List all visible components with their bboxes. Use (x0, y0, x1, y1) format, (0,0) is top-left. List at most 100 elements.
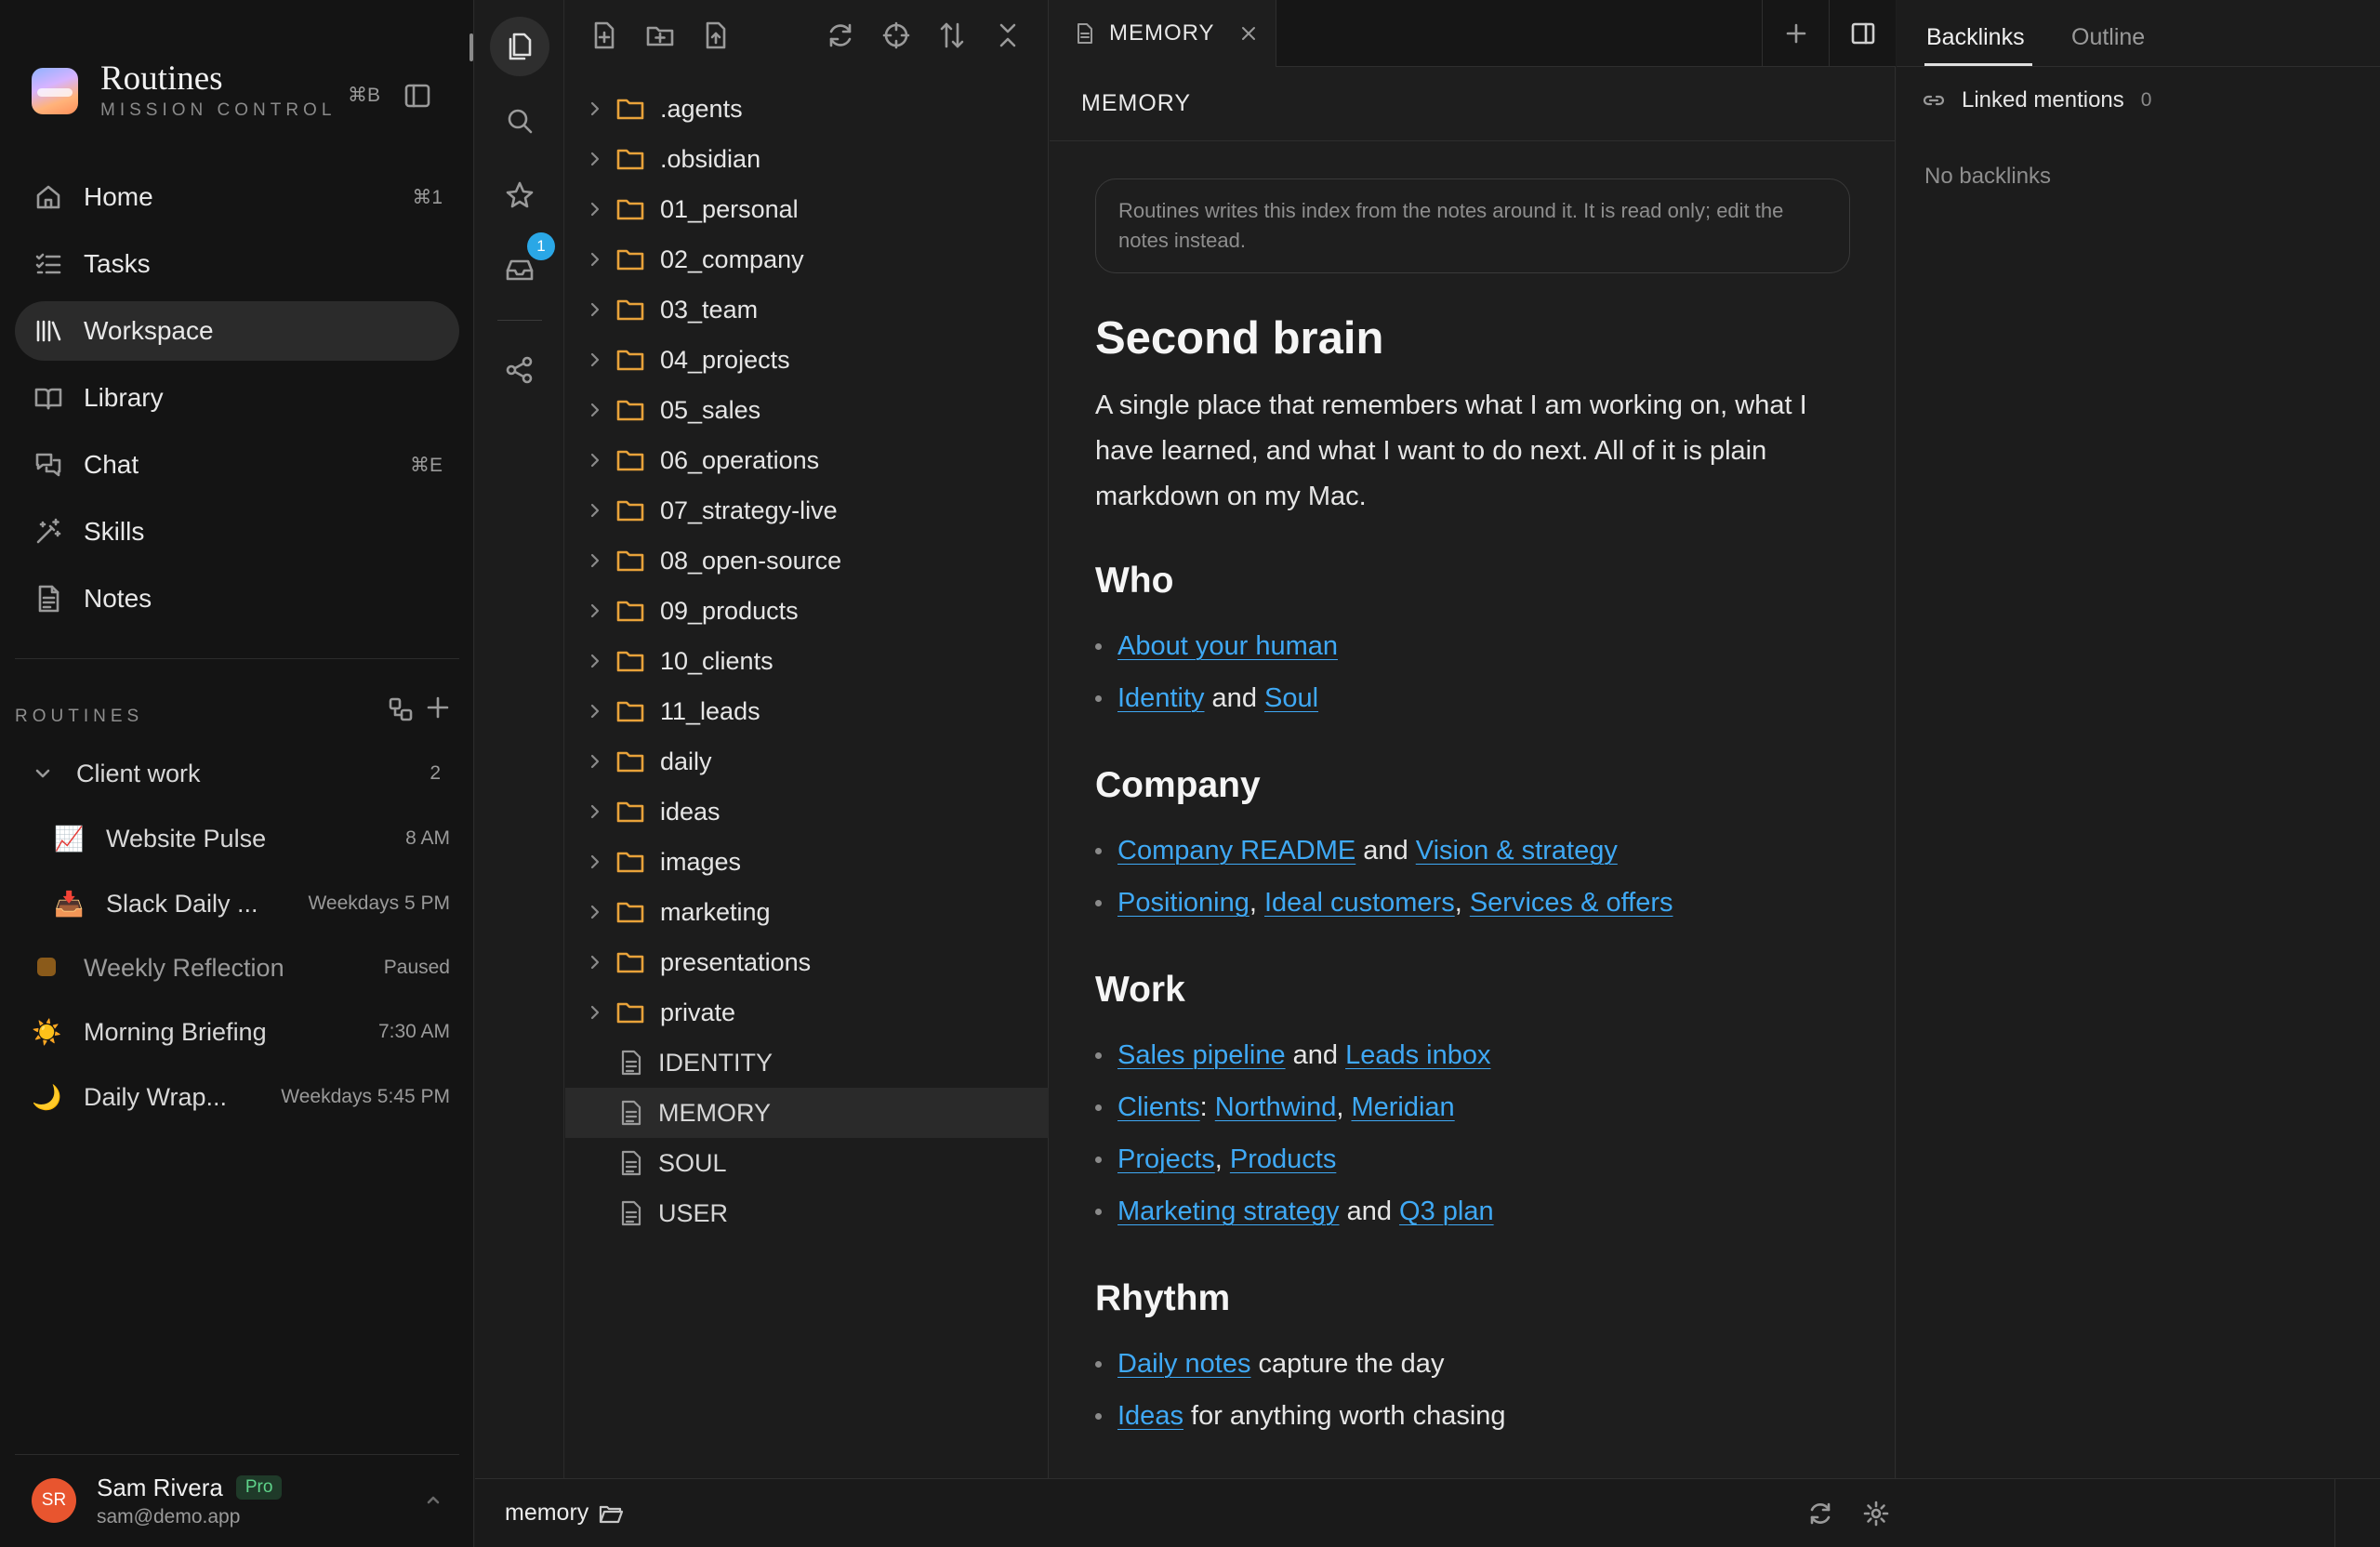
folder-row[interactable]: private (565, 987, 1049, 1038)
heading-company: Company (1095, 765, 1261, 805)
refresh-icon[interactable] (826, 20, 855, 50)
new-tab-button[interactable] (1762, 0, 1829, 67)
folder-row[interactable]: 09_products (565, 586, 1049, 636)
file-row[interactable]: MEMORY (565, 1088, 1049, 1138)
tab-outline[interactable]: Outline (2071, 24, 2145, 51)
file-row[interactable]: IDENTITY (565, 1038, 1049, 1088)
folder-icon (616, 651, 644, 672)
folder-row[interactable]: .agents (565, 84, 1049, 134)
link-about-your-human[interactable]: About your human (1117, 631, 1338, 661)
folder-row[interactable]: 04_projects (565, 335, 1049, 385)
folder-row[interactable]: 08_open-source (565, 536, 1049, 586)
folder-icon (616, 601, 644, 622)
linked-mentions-header[interactable]: Linked mentions 0 (1921, 87, 2151, 113)
routine-label: Weekly Reflection (84, 953, 284, 982)
folder-icon (616, 249, 644, 271)
routine-item[interactable]: 📥 Slack Daily ... Weekdays 5 PM (54, 883, 450, 924)
link-ideas[interactable]: Ideas (1117, 1401, 1183, 1431)
file-row[interactable]: USER (565, 1188, 1049, 1238)
new-note-icon[interactable] (589, 20, 619, 50)
link-daily-notes[interactable]: Daily notes (1117, 1349, 1250, 1379)
routine-item[interactable]: Weekly Reflection Paused (32, 947, 450, 988)
link-positioning[interactable]: Positioning (1117, 888, 1250, 918)
routine-item[interactable]: 🌙 Daily Wrap... Weekdays 5:45 PM (32, 1077, 450, 1117)
new-folder-icon[interactable] (645, 20, 675, 50)
tab-memory[interactable]: MEMORY (1050, 0, 1276, 67)
link-ideal-customers[interactable]: Ideal customers (1264, 888, 1455, 918)
folder-row[interactable]: 11_leads (565, 686, 1049, 736)
nav-item-home[interactable]: Home ⌘1 (15, 167, 459, 227)
nav-item-library[interactable]: Library (15, 368, 459, 428)
settings-gear-icon[interactable] (1862, 1500, 1890, 1527)
link-marketing-strategy[interactable]: Marketing strategy (1117, 1197, 1340, 1226)
sidebar-toggle-icon[interactable] (403, 82, 431, 110)
link-identity[interactable]: Identity (1117, 683, 1205, 713)
folder-row[interactable]: 05_sales (565, 385, 1049, 435)
folder-label: presentations (660, 947, 812, 976)
tab-backlinks[interactable]: Backlinks (1926, 24, 2025, 51)
toggle-right-panel-button[interactable] (1829, 0, 1896, 67)
routine-item[interactable]: ☀️ Morning Briefing 7:30 AM (32, 1012, 450, 1052)
chevron-right-icon (590, 101, 600, 116)
file-row[interactable]: SOUL (565, 1138, 1049, 1188)
link-q3-plan[interactable]: Q3 plan (1399, 1197, 1494, 1226)
link-northwind[interactable]: Northwind (1215, 1092, 1337, 1122)
link-services-offers[interactable]: Services & offers (1470, 888, 1673, 918)
folder-row[interactable]: 06_operations (565, 435, 1049, 485)
graph-share-icon[interactable] (490, 340, 549, 400)
chevron-up-icon[interactable] (422, 1489, 444, 1512)
chevron-right-icon (590, 152, 600, 166)
link-company-readme[interactable]: Company README (1117, 836, 1355, 866)
link-icon (1923, 95, 1945, 106)
folder-row[interactable]: presentations (565, 937, 1049, 987)
routine-group-client-work[interactable]: Client work 2 (32, 755, 450, 792)
nav-item-chat[interactable]: Chat ⌘E (15, 435, 459, 495)
nav-item-skills[interactable]: Skills (15, 502, 459, 562)
folder-row[interactable]: 03_team (565, 284, 1049, 335)
link-sales-pipeline[interactable]: Sales pipeline (1117, 1040, 1286, 1070)
nav-item-tasks[interactable]: Tasks (15, 234, 459, 294)
folder-row[interactable]: 02_company (565, 234, 1049, 284)
nav-item-notes[interactable]: Notes (15, 569, 459, 628)
search-icon[interactable] (490, 91, 549, 151)
folder-row[interactable]: 07_strategy-live (565, 485, 1049, 536)
folder-row[interactable]: .obsidian (565, 134, 1049, 184)
link-leads-inbox[interactable]: Leads inbox (1345, 1040, 1490, 1070)
sidebar-toggle-shortcut: ⌘B (348, 85, 381, 106)
close-icon[interactable] (1239, 24, 1258, 43)
ribbon-resize-handle[interactable] (469, 33, 473, 61)
folder-row[interactable]: marketing (565, 887, 1049, 937)
app-name: Routines (100, 60, 223, 98)
link-projects[interactable]: Projects (1117, 1144, 1215, 1174)
folder-row[interactable]: images (565, 837, 1049, 887)
folder-row[interactable]: ideas (565, 787, 1049, 837)
link-vision-strategy[interactable]: Vision & strategy (1416, 836, 1618, 866)
link-products[interactable]: Products (1230, 1144, 1336, 1174)
upload-file-icon[interactable] (701, 20, 731, 50)
link-soul[interactable]: Soul (1264, 683, 1318, 713)
link-meridian[interactable]: Meridian (1351, 1092, 1454, 1122)
folder-icon (616, 952, 644, 973)
add-routine-icon[interactable] (424, 694, 452, 721)
sync-icon[interactable] (1806, 1500, 1834, 1527)
files-icon[interactable] (490, 17, 549, 76)
folder-row[interactable]: daily (565, 736, 1049, 787)
note-title[interactable]: MEMORY (1081, 90, 1191, 117)
new-group-icon[interactable] (387, 695, 415, 723)
linked-mentions-label: Linked mentions (1962, 87, 2124, 112)
star-icon[interactable] (490, 165, 549, 225)
current-folder[interactable]: memory (505, 1500, 624, 1527)
sort-icon[interactable] (937, 20, 967, 50)
user-account[interactable]: SR Sam Rivera Pro sam@demo.app (32, 1473, 450, 1528)
main-nav: Home ⌘1 Tasks Workspace Library Chat ⌘E … (15, 167, 459, 636)
folder-label: 05_sales (660, 395, 761, 424)
folder-row[interactable]: 01_personal (565, 184, 1049, 234)
list-item: Daily notes capture the day (1095, 1338, 1850, 1390)
nav-item-workspace[interactable]: Workspace (15, 301, 459, 361)
link-clients[interactable]: Clients (1117, 1092, 1200, 1122)
reveal-active-file-icon[interactable] (881, 20, 911, 50)
collapse-all-icon[interactable] (993, 20, 1023, 50)
routine-item[interactable]: 📈 Website Pulse 8 AM (54, 818, 450, 859)
folder-label: 06_operations (660, 445, 820, 474)
folder-row[interactable]: 10_clients (565, 636, 1049, 686)
